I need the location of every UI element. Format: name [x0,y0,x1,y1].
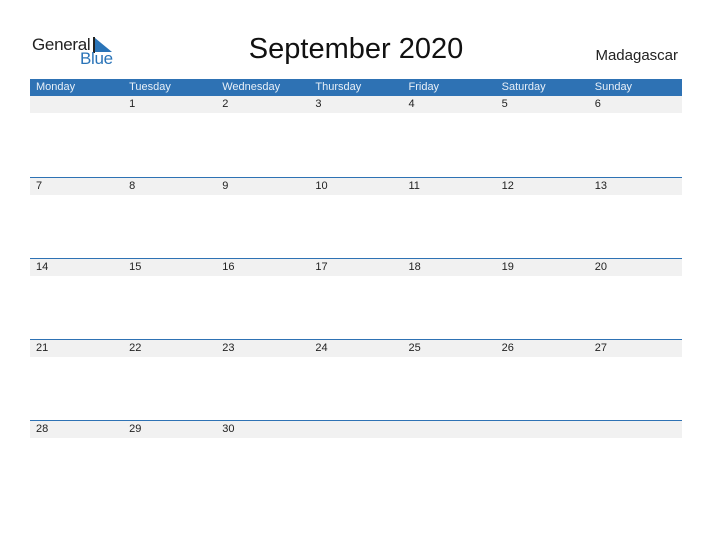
day-cell: 23 [222,342,235,354]
day-cell: 18 [408,261,421,273]
week-row-2: 7 8 9 10 11 12 13 [30,177,682,195]
day-cell: 10 [315,180,328,192]
week-row-4: 21 22 23 24 25 26 27 [30,339,682,357]
day-cell: 12 [501,180,514,192]
week-row-1: 1 2 3 4 5 6 [30,96,682,113]
day-cell: 2 [222,98,229,110]
day-cell [403,421,496,438]
day-cell: 15 [129,261,142,273]
weekday-tuesday: Tuesday [129,81,171,93]
week-row-5: 28 29 30 [30,420,682,438]
weekday-friday: Friday [408,81,440,93]
day-cell: 19 [501,261,514,273]
weekday-saturday: Saturday [501,81,546,93]
day-cell: 30 [222,423,235,435]
weekday-thursday: Thursday [315,81,362,93]
day-cell: 25 [408,342,421,354]
day-cell: 17 [315,261,328,273]
day-cell: 22 [129,342,142,354]
day-cell: 4 [408,98,415,110]
day-cell: 1 [129,98,136,110]
day-cell: 11 [408,180,420,192]
week-row-3: 14 15 16 17 18 19 20 [30,258,682,276]
day-cell: 5 [501,98,508,110]
weekday-wednesday: Wednesday [222,81,281,93]
day-cell [30,96,123,113]
day-cell: 27 [594,342,607,354]
day-cell: 13 [594,180,607,192]
day-cell: 29 [129,423,142,435]
day-cell: 20 [594,261,607,273]
day-cell [589,421,682,438]
day-cell: 26 [501,342,514,354]
day-cell: 7 [36,180,43,192]
day-cell [496,421,589,438]
day-cell: 24 [315,342,328,354]
country-label: Madagascar [595,47,678,64]
day-cell: 8 [129,180,136,192]
day-cell: 28 [36,423,49,435]
day-cell: 16 [222,261,235,273]
day-cell: 9 [222,180,229,192]
day-cell: 14 [36,261,49,273]
day-cell: 21 [36,342,49,354]
weekday-sunday: Sunday [594,81,633,93]
day-cell: 6 [594,98,601,110]
day-cell: 3 [315,98,322,110]
day-cell [309,421,402,438]
weekday-monday: Monday [36,81,76,93]
weekday-header: Monday Tuesday Wednesday Thursday Friday… [30,79,682,96]
